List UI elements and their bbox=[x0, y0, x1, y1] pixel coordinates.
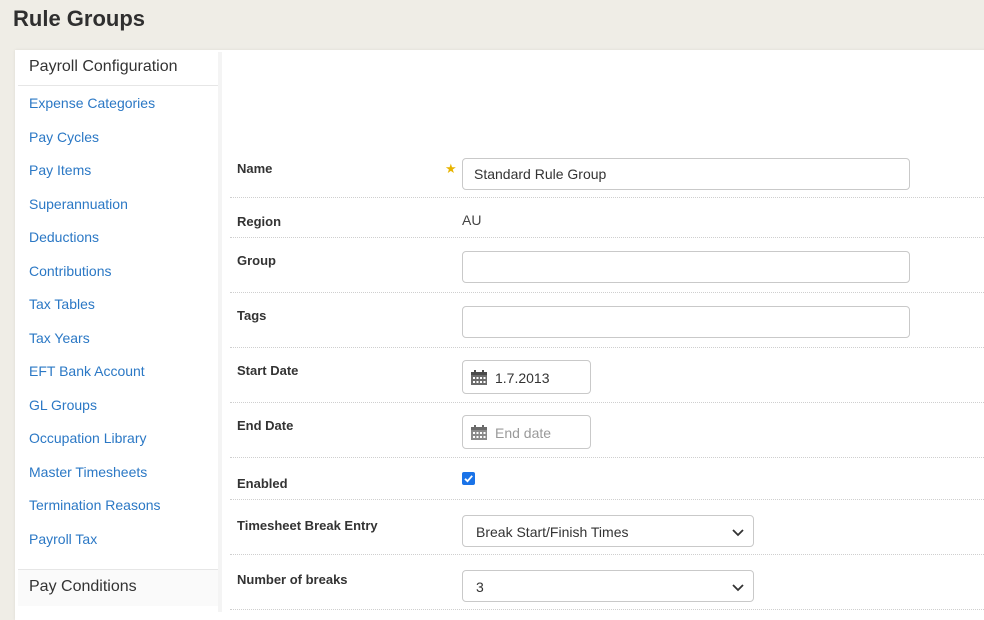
group-label: Group bbox=[237, 253, 276, 268]
group-input[interactable] bbox=[462, 251, 910, 283]
sidebar-item-contributions[interactable]: Contributions bbox=[18, 254, 218, 288]
sidebar-item-eft-bank-account[interactable]: EFT Bank Account bbox=[18, 354, 218, 388]
form-row-tags: Tags bbox=[230, 293, 984, 348]
break-entry-value[interactable]: Break Start/Finish Times bbox=[476, 524, 629, 540]
sidebar-item-gl-groups[interactable]: GL Groups bbox=[18, 388, 218, 422]
end-date-label: End Date bbox=[237, 418, 294, 433]
start-date-value[interactable]: 1.7.2013 bbox=[495, 370, 550, 386]
rule-group-form: Name ★ Region AU Group Tags Start Date bbox=[230, 145, 984, 610]
tags-input[interactable] bbox=[462, 306, 910, 338]
sidebar-item-tax-years[interactable]: Tax Years bbox=[18, 321, 218, 355]
end-date-placeholder[interactable]: End date bbox=[495, 425, 551, 441]
sidebar-list: Expense Categories Pay Cycles Pay Items … bbox=[18, 86, 218, 555]
form-row-enabled: Enabled bbox=[230, 458, 984, 500]
tags-label: Tags bbox=[237, 308, 267, 323]
name-label: Name bbox=[237, 161, 273, 176]
form-row-region: Region AU bbox=[230, 198, 984, 238]
chevron-down-icon[interactable] bbox=[731, 580, 745, 594]
sidebar-heading-payroll-configuration: Payroll Configuration bbox=[18, 52, 218, 86]
sidebar-heading-pay-conditions[interactable]: Pay Conditions bbox=[18, 569, 218, 606]
region-value: AU bbox=[462, 212, 482, 228]
sidebar-item-payroll-tax[interactable]: Payroll Tax bbox=[18, 522, 218, 556]
form-row-number-of-breaks: Number of breaks 3 bbox=[230, 555, 984, 610]
sidebar-item-master-timesheets[interactable]: Master Timesheets bbox=[18, 455, 218, 489]
checkmark-icon bbox=[464, 475, 473, 483]
sidebar-item-termination-reasons[interactable]: Termination Reasons bbox=[18, 488, 218, 522]
number-of-breaks-label: Number of breaks bbox=[237, 572, 348, 587]
required-star-icon: ★ bbox=[445, 161, 457, 176]
calendar-icon[interactable] bbox=[470, 369, 488, 386]
calendar-icon[interactable] bbox=[470, 424, 488, 441]
end-date-input[interactable]: End date bbox=[462, 415, 591, 449]
sidebar-item-superannuation[interactable]: Superannuation bbox=[18, 187, 218, 221]
start-date-label: Start Date bbox=[237, 363, 299, 378]
sidebar-item-pay-cycles[interactable]: Pay Cycles bbox=[18, 120, 218, 154]
sidebar: Payroll Configuration Expense Categories… bbox=[18, 52, 218, 612]
chevron-down-icon[interactable] bbox=[731, 525, 745, 539]
number-of-breaks-select[interactable]: 3 bbox=[462, 570, 754, 602]
sidebar-item-expense-categories[interactable]: Expense Categories bbox=[18, 86, 218, 120]
page-title: Rule Groups bbox=[13, 6, 146, 31]
enabled-checkbox[interactable] bbox=[462, 472, 475, 485]
sidebar-item-deductions[interactable]: Deductions bbox=[18, 220, 218, 254]
break-entry-label: Timesheet Break Entry bbox=[237, 518, 378, 533]
sidebar-item-occupation-library[interactable]: Occupation Library bbox=[18, 421, 218, 455]
form-row-start-date: Start Date 1.7.2013 bbox=[230, 348, 984, 403]
form-row-name: Name ★ bbox=[230, 145, 984, 198]
break-entry-select[interactable]: Break Start/Finish Times bbox=[462, 515, 754, 547]
start-date-input[interactable]: 1.7.2013 bbox=[462, 360, 591, 394]
form-row-end-date: End Date End date bbox=[230, 403, 984, 458]
sidebar-item-tax-tables[interactable]: Tax Tables bbox=[18, 287, 218, 321]
form-row-group: Group bbox=[230, 238, 984, 293]
name-input[interactable] bbox=[462, 158, 910, 190]
enabled-label: Enabled bbox=[237, 476, 288, 491]
sidebar-item-pay-items[interactable]: Pay Items bbox=[18, 153, 218, 187]
sidebar-divider bbox=[218, 52, 222, 612]
region-label: Region bbox=[237, 214, 282, 229]
form-row-break-entry: Timesheet Break Entry Break Start/Finish… bbox=[230, 500, 984, 555]
number-of-breaks-value[interactable]: 3 bbox=[476, 579, 484, 595]
